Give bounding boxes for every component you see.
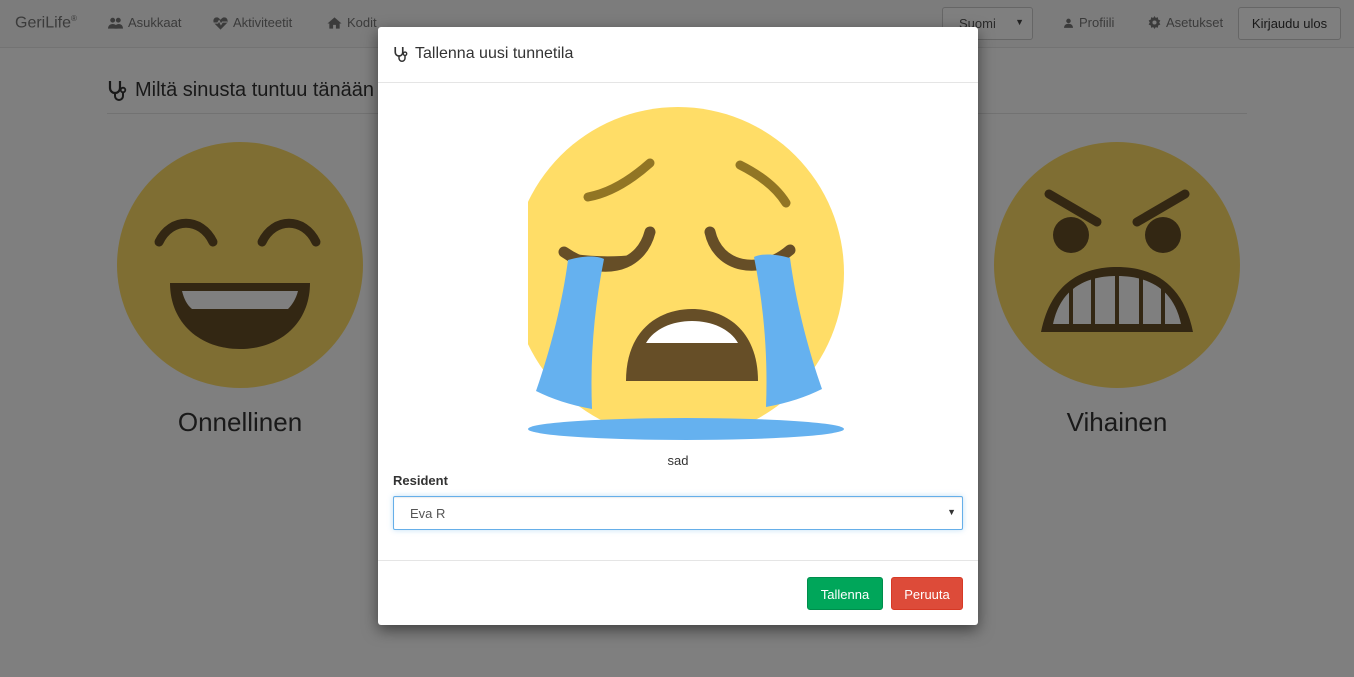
resident-label: Resident xyxy=(393,473,448,488)
modal-header: Tallenna uusi tunnetila xyxy=(378,27,978,83)
save-button[interactable]: Tallenna xyxy=(807,577,883,610)
crying-face-icon xyxy=(528,107,844,440)
save-emotion-modal: Tallenna uusi tunnetila sad Resident Eva… xyxy=(378,27,978,625)
modal-footer: Tallenna Peruuta xyxy=(378,560,978,625)
resident-select-value: Eva R xyxy=(410,506,446,521)
stethoscope-icon xyxy=(394,46,408,62)
resident-select[interactable]: Eva R ▼ xyxy=(393,496,963,530)
caret-down-icon: ▼ xyxy=(947,507,956,517)
emotion-name: sad xyxy=(667,453,689,468)
modal-title: Tallenna uusi tunnetila xyxy=(393,45,573,63)
modal-title-text: Tallenna uusi tunnetila xyxy=(415,45,574,62)
cancel-button[interactable]: Peruuta xyxy=(891,577,963,610)
